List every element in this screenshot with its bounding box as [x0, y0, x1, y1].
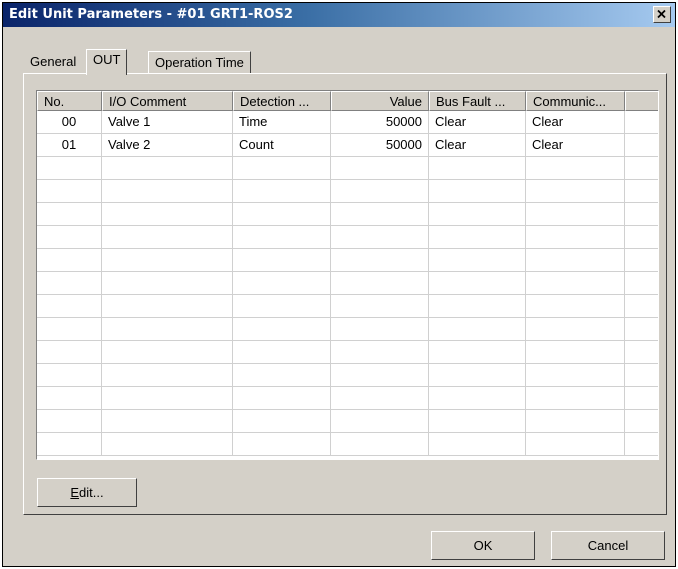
empty-row [37, 318, 658, 341]
cell-communication: Clear [526, 111, 625, 134]
window-title: Edit Unit Parameters - #01 GRT1-ROS2 [9, 7, 293, 22]
column-header-filler [625, 91, 658, 111]
cell-communication: Clear [526, 134, 625, 157]
empty-row [37, 364, 658, 387]
tab-operation-time[interactable]: Operation Time [148, 51, 251, 73]
empty-row [37, 226, 658, 249]
empty-row [37, 272, 658, 295]
cell-detection: Count [233, 134, 331, 157]
empty-row [37, 341, 658, 364]
edit-button-label: dit... [79, 485, 104, 500]
empty-row [37, 249, 658, 272]
cell-io-comment: Valve 2 [102, 134, 233, 157]
column-header-communication[interactable]: Communic... [526, 91, 625, 111]
tab-out[interactable]: OUT [86, 49, 128, 75]
column-header-no[interactable]: No. [37, 91, 102, 111]
cell-value: 50000 [331, 111, 429, 134]
edit-button[interactable]: Edit... [37, 478, 137, 507]
cell-bus-fault: Clear [429, 134, 526, 157]
cell-filler [625, 111, 658, 134]
cell-detection: Time [233, 111, 331, 134]
cell-io-comment: Valve 1 [102, 111, 233, 134]
column-header-value[interactable]: Value [331, 91, 429, 111]
cell-no: 00 [37, 111, 102, 134]
column-header-bus-fault[interactable]: Bus Fault ... [429, 91, 526, 111]
close-button[interactable] [653, 6, 671, 23]
list-grid: 00 Valve 1 Time 50000 Clear Clear 01 Val… [37, 111, 658, 459]
close-icon [657, 9, 666, 19]
ok-button[interactable]: OK [431, 531, 535, 560]
title-bar[interactable]: Edit Unit Parameters - #01 GRT1-ROS2 [3, 3, 675, 27]
column-header-io-comment[interactable]: I/O Comment [102, 91, 233, 111]
tab-general[interactable]: General [24, 51, 83, 73]
cancel-button[interactable]: Cancel [551, 531, 665, 560]
edit-button-mnemonic: E [70, 485, 80, 500]
cell-filler [625, 134, 658, 157]
cell-bus-fault: Clear [429, 111, 526, 134]
table-row[interactable]: 00 Valve 1 Time 50000 Clear Clear [37, 111, 658, 134]
table-row[interactable]: 01 Valve 2 Count 50000 Clear Clear [37, 134, 658, 157]
empty-row [37, 387, 658, 410]
empty-row [37, 433, 658, 456]
edit-unit-parameters-dialog: Edit Unit Parameters - #01 GRT1-ROS2 Gen… [2, 2, 676, 567]
out-tab-panel: No. I/O Comment Detection ... Value Bus … [23, 73, 667, 515]
cell-no: 01 [37, 134, 102, 157]
list-header: No. I/O Comment Detection ... Value Bus … [37, 91, 658, 111]
cell-value: 50000 [331, 134, 429, 157]
io-parameter-list[interactable]: No. I/O Comment Detection ... Value Bus … [36, 90, 659, 460]
column-header-detection[interactable]: Detection ... [233, 91, 331, 111]
empty-row [37, 410, 658, 433]
empty-row [37, 203, 658, 226]
empty-row [37, 157, 658, 180]
empty-row [37, 295, 658, 318]
empty-row [37, 180, 658, 203]
